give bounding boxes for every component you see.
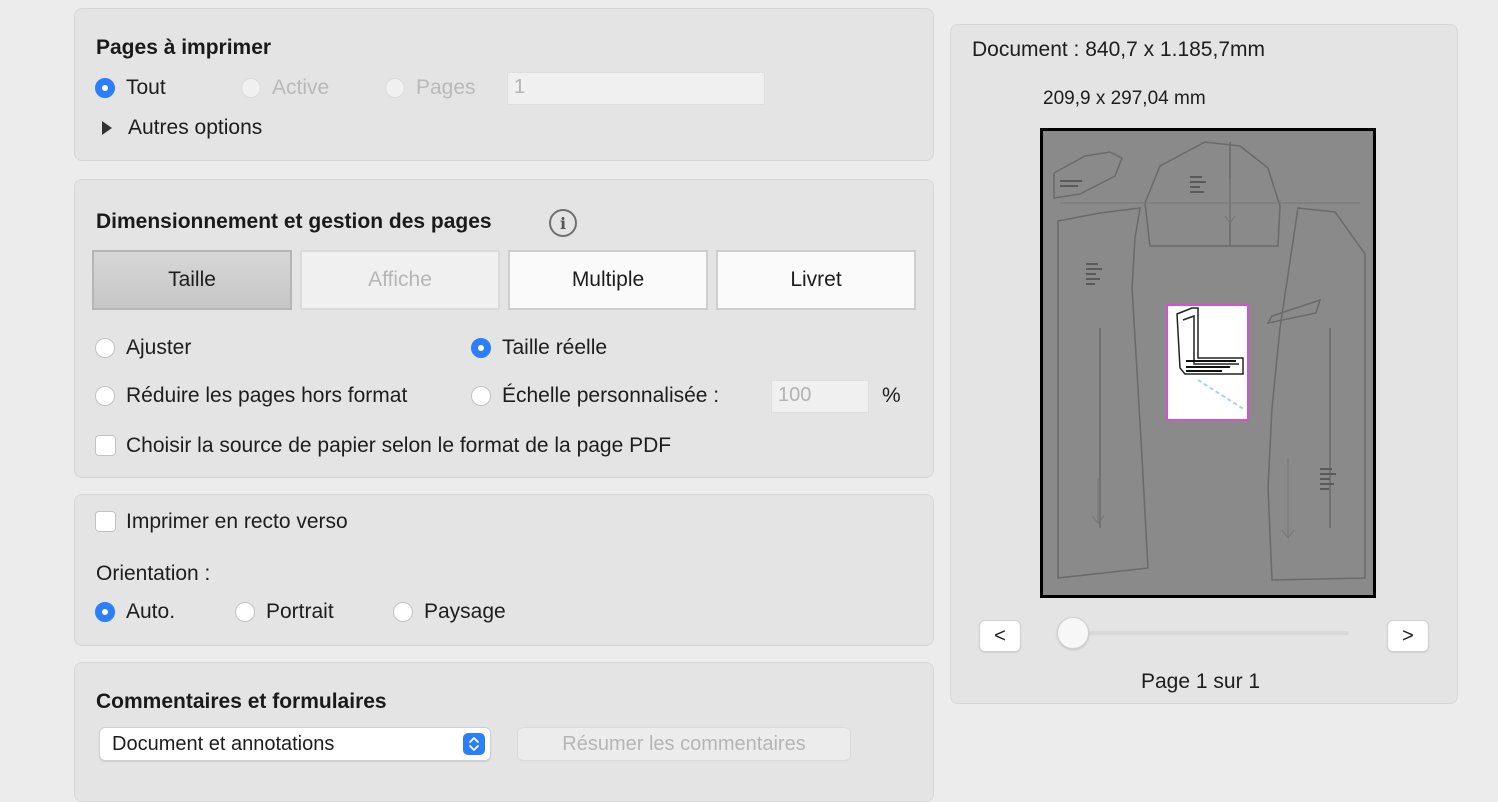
label-pages: Pages [416,76,476,99]
label-landscape: Paysage [424,600,506,623]
radio-fit[interactable] [95,338,115,358]
page-indicator: Page 1 sur 1 [1141,670,1261,693]
disclosure-triangle-icon[interactable] [102,121,112,135]
scale-input[interactable]: 100 [771,380,869,413]
sizing-heading: Dimensionnement et gestion des pages [96,210,492,233]
radio-custom-scale[interactable] [471,386,491,406]
radio-pages[interactable] [385,78,405,98]
more-options-toggle[interactable]: Autres options [128,116,262,140]
mode-size-button[interactable]: Taille [92,250,292,310]
select-stepper-icon [463,733,485,755]
document-size-label: Document : 840,7 x 1.185,7mm [972,38,1265,61]
paper-source-checkbox[interactable] [95,435,116,456]
paper-source-label: Choisir la source de papier selon le for… [126,434,672,457]
radio-landscape[interactable] [393,602,413,622]
label-current: Active [272,76,330,99]
mode-poster-button[interactable]: Affiche [300,250,500,310]
label-fit: Ajuster [126,336,192,359]
label-all: Tout [126,76,166,99]
pages-heading: Pages à imprimer [96,36,272,59]
comments-select-value: Document et annotations [112,733,335,755]
orientation-label: Orientation : [96,562,211,585]
radio-portrait[interactable] [235,602,255,622]
duplex-label: Imprimer en recto verso [126,510,348,533]
radio-all[interactable] [95,78,115,98]
label-shrink: Réduire les pages hors format [126,384,408,407]
label-custom-scale: Échelle personnalisée : [502,384,720,407]
page-slider-track[interactable] [1073,631,1349,635]
pages-range-input[interactable]: 1 [507,72,765,105]
page-preview-thumbnail [1040,128,1376,598]
next-page-button[interactable]: > [1387,620,1429,652]
info-icon[interactable]: i [549,209,577,237]
page-size-label: 209,9 x 297,04 mm [1043,88,1206,109]
mode-multiple-button[interactable]: Multiple [508,250,708,310]
radio-auto[interactable] [95,602,115,622]
radio-actual-size[interactable] [471,338,491,358]
comments-select[interactable]: Document et annotations [99,727,491,761]
mode-booklet-button[interactable]: Livret [716,250,916,310]
percent-label: % [882,384,901,407]
comments-heading: Commentaires et formulaires [96,690,387,713]
radio-current[interactable] [241,78,261,98]
label-portrait: Portrait [266,600,334,623]
radio-shrink[interactable] [95,386,115,406]
previous-page-button[interactable]: < [979,620,1021,652]
label-actual-size: Taille réelle [502,336,608,359]
page-slider-thumb[interactable] [1057,617,1089,649]
label-auto: Auto. [126,600,176,623]
duplex-checkbox[interactable] [95,511,116,532]
summarize-comments-button[interactable]: Résumer les commentaires [517,727,851,761]
